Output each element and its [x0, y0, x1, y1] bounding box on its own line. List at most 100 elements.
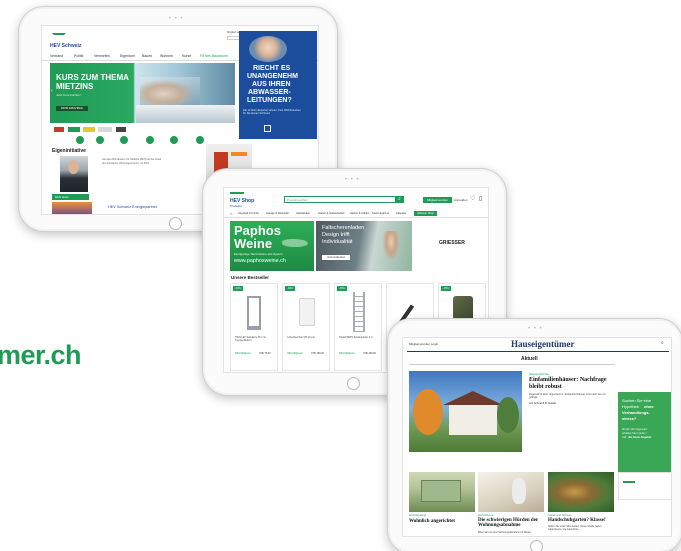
ad-line-2: Hypothek: [622, 404, 639, 409]
tablet-camera: • • •: [345, 177, 360, 183]
section-divider: [409, 364, 615, 365]
home-icon[interactable]: ⌂: [230, 212, 232, 216]
hero-banner[interactable]: KURS ZUM THEMA MIETZINS Jetzt Kurs buche…: [50, 63, 235, 123]
nav-item-highlight[interactable]: Fit fürs Bautarium: [200, 54, 228, 58]
shop-nav-highlight[interactable]: Aktionen Shop: [414, 211, 437, 216]
login-link[interactable]: Anmelden: [454, 198, 468, 202]
search-input[interactable]: Produkt suchen: [284, 196, 396, 203]
banner-sub: Einzigartige Terroirweine aus Zypern: [234, 252, 283, 256]
banner2-person-photo: [380, 231, 402, 267]
quick-link-icon[interactable]: [120, 136, 128, 144]
nav-item[interactable]: Verband: [50, 54, 63, 58]
site-logo[interactable]: HEV Schweiz: [50, 43, 81, 49]
shop-nav: ⌂ Haushalt & Küche Garage & Werkstatt Gä…: [224, 211, 488, 218]
discount-badge: -40%: [285, 286, 295, 291]
partner-logo[interactable]: [83, 127, 95, 132]
discount-badge: -36%: [337, 286, 347, 291]
card-image-garden[interactable]: [548, 472, 614, 512]
partner-logo[interactable]: [68, 127, 80, 132]
cart-icon[interactable]: ▯: [479, 196, 482, 202]
card-title[interactable]: Handschuhgarten? Klasse!: [548, 518, 606, 523]
banner2-line1: Faltscherenladen: [322, 225, 365, 231]
banner-paphos-weine[interactable]: Paphos Weine Einzigartige Terroirweine a…: [230, 221, 314, 271]
quick-link-icon[interactable]: [96, 136, 104, 144]
product-card[interactable]: -40% Luftentfeuchter DH 10 von HEV-Mitgl…: [282, 283, 330, 371]
partner-logo[interactable]: [54, 127, 64, 132]
article-portrait-photo[interactable]: [60, 156, 88, 192]
shop-nav-item[interactable]: Heizen & Kühlen: [350, 212, 369, 215]
nav-item[interactable]: Bauen: [142, 54, 152, 58]
ad-headline-2: UNANGENEHM: [247, 73, 298, 80]
banner-title-2: Weine: [234, 236, 273, 251]
hero-subtitle: Jetzt Kurs buchen!: [56, 93, 81, 97]
banner2-line3: Individualität: [322, 239, 353, 245]
banner2-line2: Design trifft: [322, 232, 350, 238]
ad-small-2: erhalten Sie in jedem: [622, 432, 647, 435]
shop-nav-item[interactable]: Haushalt & Küche: [238, 212, 259, 215]
nav-item[interactable]: Wohnen: [160, 54, 173, 58]
energy-partner-image[interactable]: [52, 202, 92, 214]
hero-title-line1: KURS ZUM THEMA: [56, 73, 129, 82]
tablet-home-button[interactable]: [530, 540, 543, 551]
nav-item[interactable]: Vermieten: [94, 54, 110, 58]
product-image-hand-truck: [247, 296, 261, 330]
partner-logo[interactable]: [98, 127, 112, 132]
shop-logo-sub: Produkte: [230, 204, 243, 208]
nav-item[interactable]: Kurse: [182, 54, 191, 58]
ad-small-3: Fall: [622, 436, 627, 439]
nav-item[interactable]: Eigentum: [120, 54, 135, 58]
quick-link-icon[interactable]: [76, 136, 84, 144]
tablet-hauseigentuemer: • • • Mitglied werden Login Hauseigentüm…: [387, 318, 681, 551]
product-card[interactable]: -40% TROLLEY Sackkarre Pro mit Treppenkl…: [230, 283, 278, 371]
search-button[interactable]: ⌕: [396, 196, 404, 203]
shop-nav-item[interactable]: Garten & Gartenbedarf: [318, 212, 344, 215]
lead-title[interactable]: Einfamilienhäuser: Nachfrage bleibt robu…: [529, 377, 615, 390]
energy-partner-link[interactable]: HEV Schweiz Energiepartner: [108, 205, 157, 209]
ad-line-2b: ohne: [644, 404, 654, 409]
house-wall: [449, 403, 497, 435]
tablet-home-button[interactable]: [347, 377, 360, 390]
search-icon: ⌕: [398, 196, 401, 202]
nav-item[interactable]: Politik: [74, 54, 83, 58]
member-button[interactable]: Mitglied werden: [423, 197, 453, 203]
lead-article-image[interactable]: [409, 371, 522, 452]
top-member-login[interactable]: Mitglied werden Login: [409, 342, 438, 346]
partner-logo[interactable]: [116, 127, 126, 132]
product-card[interactable]: -36% TELESTEPS Teleskopleiter 3 m HEV-Mi…: [334, 283, 382, 371]
product-name: Luftentfeuchter DH 10 von: [287, 336, 315, 339]
hero-button[interactable]: MEHR ERFAHREN: [56, 106, 88, 111]
banner-griesser[interactable]: Faltscherenladen Design trifft Individua…: [316, 221, 412, 271]
portrait-face: [68, 160, 79, 174]
hero-title-line2: MIETZINS: [56, 82, 94, 91]
banner-url: www.paphosweine.ch: [234, 258, 286, 264]
card-image-renovation[interactable]: [478, 472, 544, 512]
card-title[interactable]: Wohnlich angerichtet: [409, 519, 455, 524]
griesser-logo: GRIESSER: [439, 240, 465, 246]
house-roof: [443, 391, 503, 405]
side-ad-hypothek[interactable]: Suchen Sie eine Hypothek ohne Verhandlun…: [618, 392, 671, 500]
side-ad-abwasser[interactable]: RIECHT ES UNANGENEHM AUS IHREN ABWASSER-…: [239, 31, 317, 139]
masthead-logo[interactable]: Hauseigentümer: [511, 339, 575, 349]
ad-footer-logo: [623, 481, 635, 485]
card-image-kiosk[interactable]: [409, 472, 475, 512]
shop-nav-item[interactable]: Fachmagazine: [372, 212, 389, 215]
card-category: Garten und Terrasse: [548, 514, 572, 517]
quick-link-icon[interactable]: [146, 136, 154, 144]
article-text: Gemäss Bundesamt für Statistik (BFS) ist…: [102, 158, 162, 165]
banner2-button[interactable]: Jetzt entdecken: [322, 255, 351, 260]
tablet-home-button[interactable]: [169, 217, 182, 230]
quick-link-icon[interactable]: [170, 136, 178, 144]
quick-link-icon[interactable]: [196, 136, 204, 144]
hero-prev-arrow-icon[interactable]: ‹: [51, 89, 53, 94]
shop-nav-item[interactable]: Kalender: [396, 212, 406, 215]
search-placeholder: Produkt suchen: [287, 198, 308, 202]
search-icon[interactable]: ⌕: [661, 341, 664, 346]
heart-icon[interactable]: ♡: [470, 196, 475, 202]
shop-nav-item[interactable]: Gästeartikel: [296, 212, 310, 215]
shop-nav-item[interactable]: Garage & Werkstatt: [266, 212, 289, 215]
kiosk-shape: [421, 480, 461, 502]
ad-small-text: Die 12 Rohr-Experten wissen: Fest Wohnha…: [243, 109, 301, 116]
read-more-button[interactable]: Mehr lesen: [52, 194, 89, 200]
card-category: Wohnberatung: [409, 514, 426, 517]
card-title[interactable]: Die schwierigen Hürden der Wohnungsabnah…: [478, 518, 544, 529]
